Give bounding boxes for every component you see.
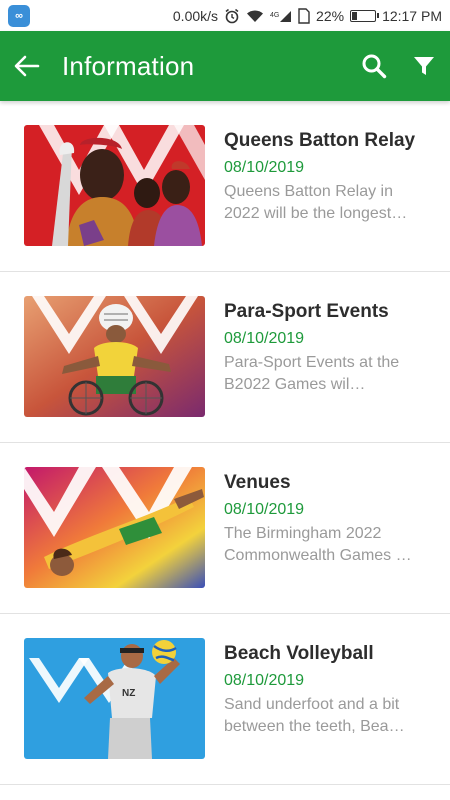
- list-item-description: The Birmingham 2022 Commonwealth Games …: [224, 525, 412, 564]
- clock: 12:17 PM: [382, 7, 442, 24]
- search-button[interactable]: [360, 52, 388, 80]
- app-bar-actions: [360, 52, 438, 80]
- wifi-icon: [246, 9, 264, 23]
- battery-icon: [350, 9, 380, 22]
- list-item[interactable]: Para-Sport Events 08/10/2019 Para-Sport …: [0, 272, 450, 443]
- list-item-description: Sand underfoot and a bit between the tee…: [224, 696, 405, 735]
- battery-percent: 22%: [316, 7, 345, 24]
- signal-icon: 4G: [270, 9, 292, 23]
- arrow-left-icon: [14, 55, 40, 77]
- list-item-date: 08/10/2019: [224, 159, 305, 176]
- list-item-description: Para-Sport Events at the B2022 Games wil…: [224, 354, 400, 393]
- list-item-text: Para-Sport Events 08/10/2019 Para-Sport …: [224, 296, 426, 396]
- alarm-icon: [224, 8, 240, 24]
- queens-baton-relay-image: [24, 125, 205, 246]
- list-item-date: 08/10/2019: [224, 501, 305, 518]
- search-icon: [362, 54, 387, 79]
- list-item[interactable]: NZ Beach Volleyball 08/10/2019 Sand unde…: [0, 614, 450, 785]
- network-type-label: 4G: [270, 12, 279, 19]
- list-item-title: Para-Sport Events: [224, 301, 389, 322]
- list-item[interactable]: Queens Batton Relay 08/10/2019 Queens Ba…: [0, 101, 450, 272]
- filter-button[interactable]: [410, 52, 438, 80]
- venues-image: [24, 467, 205, 588]
- list-item-title: Beach Volleyball: [224, 643, 374, 664]
- list-item-title: Queens Batton Relay: [224, 130, 416, 151]
- information-list: Queens Batton Relay 08/10/2019 Queens Ba…: [0, 101, 450, 785]
- svg-text:NZ: NZ: [122, 688, 135, 699]
- network-speed: 0.00k/s: [172, 7, 219, 24]
- page-title: Information: [62, 50, 195, 81]
- list-item-text: Queens Batton Relay 08/10/2019 Queens Ba…: [224, 125, 426, 225]
- filter-icon: [414, 57, 434, 75]
- para-sport-image: [24, 296, 205, 417]
- list-item-text: Venues 08/10/2019 The Birmingham 2022 Co…: [224, 467, 426, 567]
- sim-icon: [298, 7, 310, 24]
- beach-volleyball-image: NZ: [24, 638, 205, 759]
- app-bar: Information: [0, 31, 450, 101]
- list-item-title: Venues: [224, 472, 291, 493]
- list-item-text: Beach Volleyball 08/10/2019 Sand underfo…: [224, 638, 426, 738]
- status-indicators: 0.00k/s 4G 22% 12:17 PM: [173, 8, 442, 24]
- app-notification-icon: ∞: [8, 4, 30, 27]
- list-item-date: 08/10/2019: [224, 330, 305, 347]
- list-item-date: 08/10/2019: [224, 672, 305, 689]
- status-bar: ∞ 0.00k/s 4G 22% 12:17 PM: [0, 0, 450, 31]
- battery-fill: [352, 11, 357, 20]
- list-item-description: Queens Batton Relay in 2022 will be the …: [224, 183, 408, 222]
- list-item[interactable]: Venues 08/10/2019 The Birmingham 2022 Co…: [0, 443, 450, 614]
- back-button[interactable]: [12, 51, 42, 81]
